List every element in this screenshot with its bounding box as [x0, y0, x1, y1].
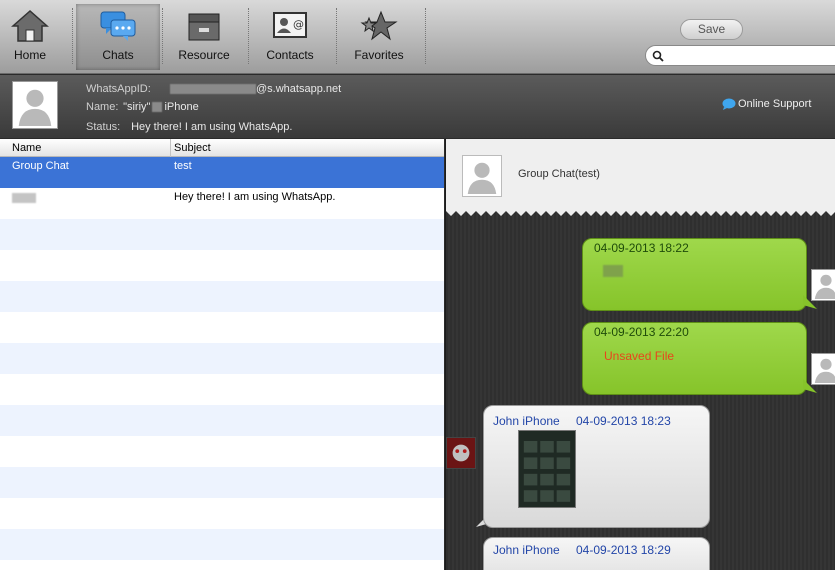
toolbar-chats-label: Chats	[102, 48, 134, 62]
search-icon	[652, 50, 664, 62]
message-sender: John iPhone	[493, 543, 560, 557]
header-zigzag-edge	[446, 209, 835, 216]
message-body-redacted	[603, 265, 623, 280]
toolbar-separator	[425, 8, 426, 64]
table-row-empty	[0, 467, 444, 498]
toolbar-resource-button[interactable]: Resource	[162, 4, 246, 70]
table-row-empty	[0, 343, 444, 374]
table-row-empty	[0, 498, 444, 529]
table-row[interactable]: Group Chat test	[0, 157, 444, 188]
table-row-empty	[0, 312, 444, 343]
message-bubble-incoming[interactable]: John iPhone 04-09-2013 18:23	[483, 405, 710, 528]
toolbar-favorites-button[interactable]: Favorites	[337, 4, 421, 70]
chat-list: Name Subject Group Chat test Hey there! …	[0, 139, 444, 570]
table-row-empty	[0, 436, 444, 467]
contacts-icon: @	[273, 12, 307, 38]
home-icon	[11, 9, 49, 42]
name-redacted	[152, 102, 163, 113]
toolbar-chats-button[interactable]: Chats	[76, 4, 160, 70]
chat-title: Group Chat(test)	[518, 168, 600, 180]
profile-bar: WhatsAppID: @s.whatsapp.net Name: "siriy"…	[0, 75, 835, 138]
image-attachment-thumbnail[interactable]	[518, 430, 576, 508]
table-row-empty	[0, 250, 444, 281]
chat-panel: Group Chat(test) 04-09-2013 18:22 04-09-…	[445, 139, 835, 570]
message-bubble-outgoing[interactable]: 04-09-2013 18:22	[582, 238, 807, 311]
sender-avatar	[811, 269, 835, 301]
svg-text:@: @	[293, 18, 304, 31]
group-avatar	[462, 155, 502, 197]
chats-icon	[100, 11, 136, 41]
row-subject: test	[174, 160, 192, 172]
message-sender: John iPhone	[493, 414, 560, 428]
message-time: 04-09-2013 18:23	[576, 414, 671, 428]
whatsapp-id-redacted	[170, 84, 256, 95]
person-icon	[18, 89, 52, 127]
favorites-icon	[360, 10, 398, 41]
row-name: Group Chat	[12, 160, 69, 172]
online-support-label: Online Support	[738, 98, 812, 110]
table-row-empty	[0, 281, 444, 312]
profile-whatsapp-id: WhatsAppID: @s.whatsapp.net	[86, 83, 341, 95]
profile-avatar	[12, 81, 58, 129]
whatsapp-id-suffix: @s.whatsapp.net	[256, 83, 342, 95]
search-box[interactable]	[645, 45, 835, 66]
whatsapp-id-label: WhatsAppID:	[86, 83, 151, 95]
table-row-empty	[0, 405, 444, 436]
profile-status: Status: Hey there! I am using WhatsApp.	[86, 121, 292, 133]
table-row-empty	[0, 374, 444, 405]
message-time: 04-09-2013 18:29	[576, 543, 671, 557]
table-row[interactable]: Hey there! I am using WhatsApp.	[0, 188, 444, 219]
chat-header: Group Chat(test)	[446, 139, 835, 216]
name-device: iPhone	[164, 101, 199, 113]
toolbar-home-button[interactable]: Home	[0, 4, 72, 70]
contact-photo-icon	[447, 438, 475, 468]
column-header-subject[interactable]: Subject	[174, 142, 211, 154]
status-label: Status:	[86, 121, 121, 133]
column-header-name[interactable]: Name	[12, 142, 41, 154]
column-divider[interactable]	[170, 139, 171, 157]
toolbar-home-label: Home	[13, 48, 46, 62]
chat-list-header: Name Subject	[0, 139, 444, 157]
message-bubble-incoming[interactable]: John iPhone 04-09-2013 18:29	[483, 537, 710, 570]
toolbar: Home Chats Resource @ Contacts Favorites…	[0, 0, 835, 74]
table-row-empty	[0, 219, 444, 250]
keyboard-photo-icon	[519, 431, 575, 507]
sender-avatar	[811, 353, 835, 385]
name-value: "siriy"	[123, 101, 151, 113]
person-icon	[814, 358, 835, 383]
row-name-redacted	[12, 193, 36, 203]
toolbar-separator	[72, 8, 73, 64]
online-support-link[interactable]: Online Support	[722, 98, 812, 111]
message-time: 04-09-2013 18:22	[594, 241, 689, 255]
name-label: Name:	[86, 101, 119, 113]
search-input[interactable]	[668, 48, 835, 63]
table-row-empty	[0, 529, 444, 560]
message-bubble-outgoing[interactable]: 04-09-2013 22:20 Unsaved File	[582, 322, 807, 395]
row-subject: Hey there! I am using WhatsApp.	[174, 191, 336, 203]
person-icon	[814, 274, 835, 299]
toolbar-contacts-button[interactable]: @ Contacts	[248, 4, 332, 70]
contact-avatar	[446, 437, 476, 469]
save-button[interactable]: Save	[680, 19, 743, 40]
status-value: Hey there! I am using WhatsApp.	[131, 121, 293, 133]
message-body: Unsaved File	[604, 349, 675, 363]
person-icon	[467, 162, 497, 195]
message-time: 04-09-2013 22:20	[594, 325, 689, 339]
speech-bubble-icon	[722, 98, 736, 111]
toolbar-favorites-label: Favorites	[354, 48, 404, 62]
toolbar-contacts-label: Contacts	[266, 48, 314, 62]
toolbar-resource-label: Resource	[178, 48, 230, 62]
profile-name: Name: "siriy" iPhone	[86, 101, 199, 113]
resource-icon	[188, 13, 220, 41]
